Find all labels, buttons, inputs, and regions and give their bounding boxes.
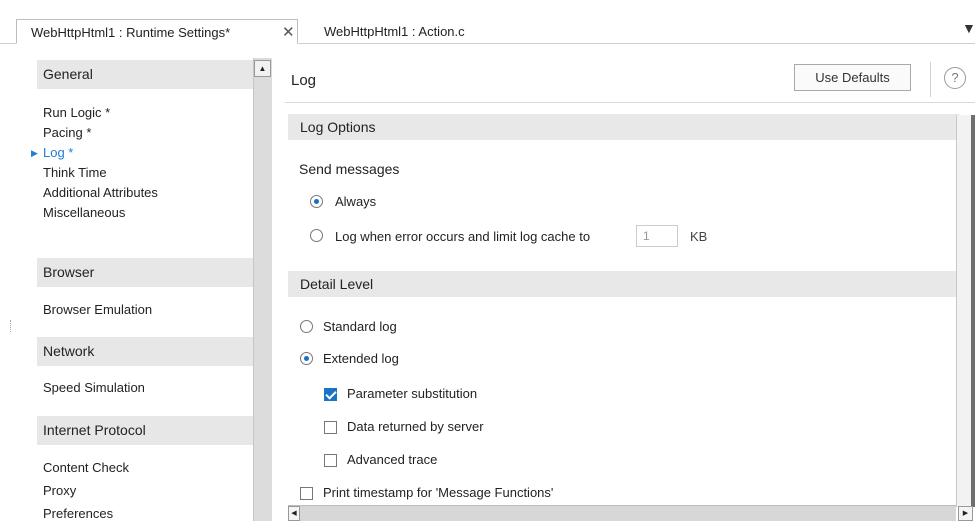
standard-log-radio[interactable] — [300, 320, 313, 333]
nav-group-network: Network — [37, 337, 267, 366]
tab-list-dropdown-icon[interactable]: ▼ — [962, 20, 975, 36]
extended-log-radio[interactable] — [300, 352, 313, 365]
use-defaults-button[interactable]: Use Defaults — [794, 64, 911, 91]
standard-log-label: Standard log — [323, 319, 397, 334]
help-icon[interactable]: ? — [944, 67, 966, 89]
always-radio[interactable] — [310, 195, 323, 208]
scroll-right-arrow-icon[interactable]: ▶ — [958, 506, 973, 521]
title-divider — [285, 102, 975, 103]
scroll-up-arrow-icon[interactable]: ▲ — [254, 60, 271, 77]
section-log-options: Log Options — [288, 114, 960, 140]
selected-arrow-icon: ▶ — [31, 148, 38, 158]
advanced-trace-checkbox[interactable] — [324, 454, 337, 467]
log-cache-size-input[interactable] — [636, 225, 678, 247]
cache-unit-label: KB — [690, 229, 708, 244]
tab-action-c-label: WebHttpHtml1 : Action.c — [324, 24, 465, 39]
nav-group-browser: Browser — [37, 258, 267, 287]
nav-item-additional-attributes[interactable]: Additional Attributes — [43, 185, 158, 201]
nav-item-run-logic[interactable]: Run Logic * — [43, 105, 110, 121]
tab-action-c[interactable]: WebHttpHtml1 : Action.c — [324, 19, 465, 44]
nav-item-content-check[interactable]: Content Check — [43, 460, 129, 476]
parameter-substitution-label: Parameter substitution — [347, 386, 478, 401]
advanced-trace-label: Advanced trace — [347, 452, 438, 467]
main-horizontal-scrollbar[interactable] — [288, 505, 956, 521]
sidebar-scrollbar[interactable] — [253, 58, 272, 521]
nav-item-think-time[interactable]: Think Time — [43, 165, 107, 181]
nav-item-speed-simulation[interactable]: Speed Simulation — [43, 380, 145, 396]
tab-runtime-settings[interactable]: WebHttpHtml1 : Runtime Settings* ✕ — [16, 19, 298, 44]
log-on-error-radio[interactable] — [310, 229, 323, 242]
nav-group-general: General — [37, 60, 267, 89]
parameter-substitution-checkbox[interactable] — [324, 388, 337, 401]
nav-group-internet-protocol: Internet Protocol — [37, 416, 267, 445]
nav-item-pacing[interactable]: Pacing * — [43, 125, 91, 141]
nav-item-miscellaneous[interactable]: Miscellaneous — [43, 205, 125, 221]
nav-item-log[interactable]: Log * — [43, 145, 73, 161]
extended-log-label: Extended log — [323, 351, 399, 366]
page-title: Log — [291, 72, 317, 89]
close-icon[interactable]: ✕ — [282, 20, 295, 45]
nav-item-proxy[interactable]: Proxy — [43, 483, 76, 499]
section-detail-level: Detail Level — [288, 271, 960, 297]
print-timestamp-checkbox[interactable] — [300, 487, 313, 500]
always-label: Always — [335, 194, 377, 209]
log-on-error-label: Log when error occurs and limit log cach… — [335, 229, 591, 244]
nav-item-preferences[interactable]: Preferences — [43, 506, 113, 522]
scroll-left-arrow-icon[interactable]: ◀ — [288, 506, 300, 521]
tab-runtime-settings-label: WebHttpHtml1 : Runtime Settings* — [31, 25, 231, 40]
header-divider — [930, 62, 931, 97]
print-timestamp-label: Print timestamp for 'Message Functions' — [323, 485, 554, 500]
data-returned-label: Data returned by server — [347, 419, 484, 434]
send-messages-label: Send messages — [299, 161, 400, 177]
nav-item-browser-emulation[interactable]: Browser Emulation — [43, 302, 152, 318]
data-returned-checkbox[interactable] — [324, 421, 337, 434]
splitter-grip[interactable] — [10, 320, 12, 332]
main-vertical-scroll-thumb[interactable] — [971, 115, 975, 507]
